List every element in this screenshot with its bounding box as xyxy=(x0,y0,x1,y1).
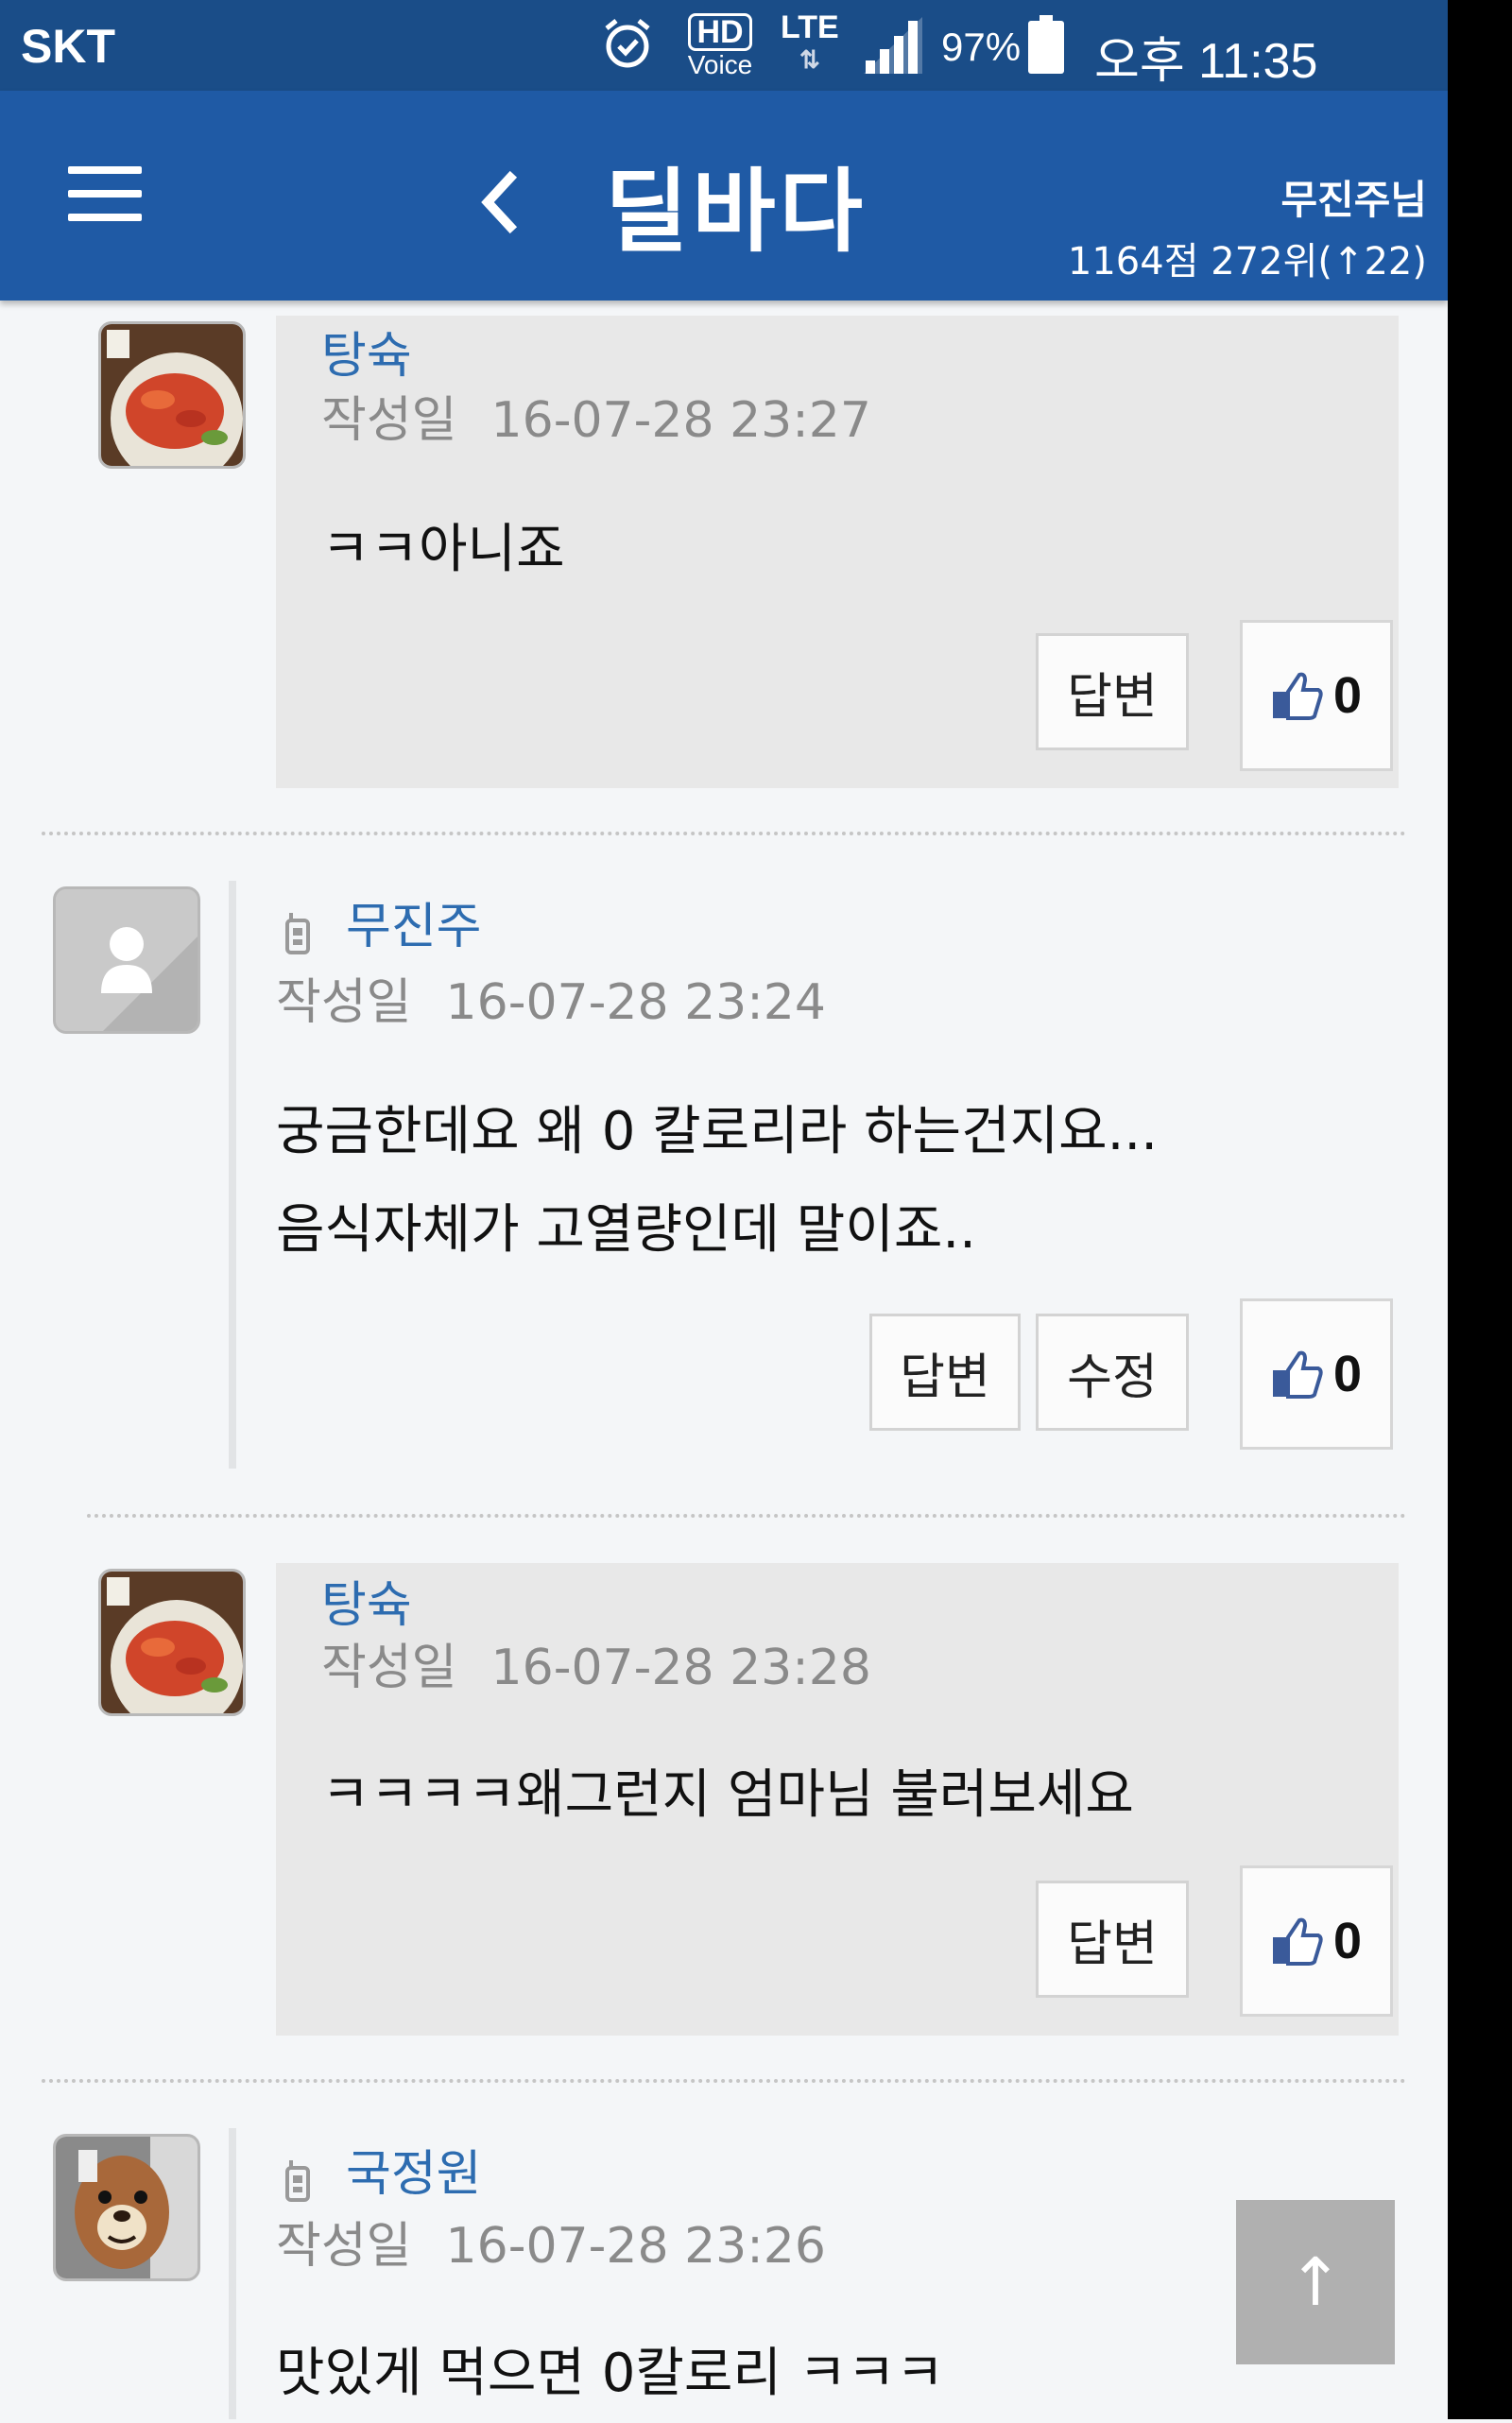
date-label: 작성일 xyxy=(321,1640,457,1696)
avatar xyxy=(53,2134,200,2281)
mobile-phone-icon xyxy=(285,2160,310,2202)
back-chevron-icon[interactable] xyxy=(472,168,525,236)
date-label: 작성일 xyxy=(276,2218,412,2275)
edit-button[interactable]: 수정 xyxy=(1036,1314,1189,1431)
comment-line: 맛있게 먹으면 0칼로리 ㅋㅋㅋ xyxy=(276,2343,945,2404)
signal-icon xyxy=(864,17,922,74)
like-count: 0 xyxy=(1332,1913,1363,1969)
alarm-icon xyxy=(605,19,650,68)
comment-body: 궁금한데요 왜 0 칼로리라 하는건지요... 음식자체가 고열량인데 말이죠.… xyxy=(276,1083,1158,1280)
comment-date: 작성일 16-07-28 23:26 xyxy=(276,2206,826,2277)
comment-author[interactable]: 무진주 xyxy=(346,886,482,957)
comment-author[interactable]: 탕슉 xyxy=(321,1565,412,1636)
reply-button[interactable]: 답변 xyxy=(1036,1881,1189,1998)
like-button[interactable]: 0 xyxy=(1240,1298,1393,1450)
status-bar: SKT HD Voice LTE ⇅ 97% 오후 11:35 xyxy=(0,0,1448,91)
like-count: 0 xyxy=(1332,667,1363,724)
comment-body: 맛있게 먹으면 0칼로리 ㅋㅋㅋ xyxy=(276,2325,944,2423)
lte-icon: LTE ⇅ xyxy=(781,9,839,74)
battery-icon xyxy=(1028,15,1064,74)
comment-line: 궁금한데요 왜 0 칼로리라 하는건지요... xyxy=(276,1101,1159,1162)
divider xyxy=(42,832,1406,835)
mobile-phone-icon xyxy=(285,913,310,954)
reply-button[interactable]: 답변 xyxy=(1036,633,1189,750)
hd-voice-icon: HD Voice xyxy=(682,13,758,79)
scroll-to-top-button[interactable]: ↑ xyxy=(1236,2200,1395,2364)
date-value: 16-07-28 23:26 xyxy=(445,2218,826,2275)
user-name[interactable]: 무진주님 xyxy=(1280,168,1427,226)
comment-author[interactable]: 국정원 xyxy=(346,2134,482,2205)
divider xyxy=(42,2079,1406,2083)
comment-body: ㅋㅋㅋㅋ왜그런지 엄마님 불러보세요 xyxy=(321,1746,1134,1845)
like-button[interactable]: 0 xyxy=(1240,620,1393,771)
thumbs-up-icon xyxy=(1272,1350,1323,1399)
comment-line: 음식자체가 고열량인데 말이죠.. xyxy=(276,1199,976,1261)
date-value: 16-07-28 23:28 xyxy=(490,1640,871,1696)
thumbs-up-icon xyxy=(1272,672,1323,720)
comment-line: ㅋㅋ아니죠 xyxy=(321,519,565,580)
avatar xyxy=(53,886,200,1034)
thread-line xyxy=(229,2128,236,2419)
page-title: 딜바다 xyxy=(605,159,867,265)
carrier-label: SKT xyxy=(21,20,115,73)
hd-label: HD xyxy=(688,13,752,51)
clock: 오후 11:35 xyxy=(1094,34,1318,89)
date-value: 16-07-28 23:24 xyxy=(445,974,826,1031)
avatar xyxy=(98,1569,246,1716)
comment-line: ㅋㅋㅋㅋ왜그런지 엄마님 불러보세요 xyxy=(321,1764,1134,1826)
comment-date: 작성일 16-07-28 23:24 xyxy=(276,962,826,1033)
thumbs-up-icon xyxy=(1272,1917,1323,1966)
like-button[interactable]: 0 xyxy=(1240,1865,1393,2017)
screen-edge xyxy=(1448,0,1512,2419)
date-label: 작성일 xyxy=(276,974,412,1031)
divider xyxy=(87,1514,1406,1518)
comment-date: 작성일 16-07-28 23:28 xyxy=(321,1627,871,1698)
battery-percent: 97% xyxy=(941,25,1022,69)
like-count: 0 xyxy=(1332,1346,1363,1402)
app-header: 딜바다 무진주님 1164점 272위(↑22) xyxy=(0,91,1448,301)
user-points: 1164점 272위(↑22) xyxy=(1067,240,1427,284)
menu-icon[interactable] xyxy=(68,166,142,221)
avatar xyxy=(98,321,246,469)
voice-label: Voice xyxy=(687,50,753,79)
default-avatar-icon xyxy=(56,889,198,1031)
up-arrow-icon: ↑ xyxy=(1287,2243,1344,2321)
comment-date: 작성일 16-07-28 23:27 xyxy=(321,380,871,451)
comment-body: ㅋㅋ아니죠 xyxy=(321,501,565,599)
date-value: 16-07-28 23:27 xyxy=(490,392,871,449)
reply-button[interactable]: 답변 xyxy=(869,1314,1021,1431)
comment-author[interactable]: 탕슉 xyxy=(321,316,412,387)
date-label: 작성일 xyxy=(321,392,457,449)
thread-line xyxy=(229,881,236,1469)
lte-label: LTE xyxy=(781,9,839,45)
